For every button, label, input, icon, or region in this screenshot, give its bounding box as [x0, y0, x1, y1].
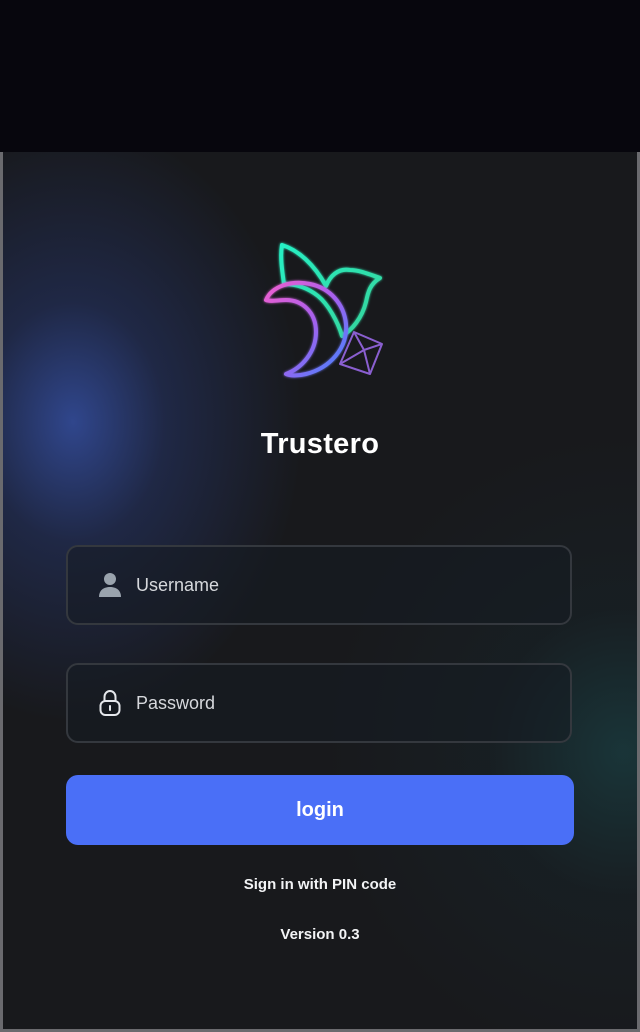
login-button[interactable]: login	[66, 775, 574, 845]
version-label: Version 0.3	[280, 926, 360, 943]
password-field[interactable]	[66, 663, 572, 743]
login-window: Trustero login Sign in with PIN code Ver…	[0, 152, 640, 1032]
window-edge-left	[0, 152, 3, 368]
username-input[interactable]	[136, 547, 556, 623]
bird-logo-icon	[264, 243, 383, 378]
user-icon	[99, 573, 121, 597]
username-field[interactable]	[66, 545, 572, 625]
pin-signin-link[interactable]: Sign in with PIN code	[3, 876, 637, 893]
password-input[interactable]	[136, 665, 556, 741]
app-title: Trustero	[260, 428, 380, 460]
lock-icon	[99, 689, 121, 716]
